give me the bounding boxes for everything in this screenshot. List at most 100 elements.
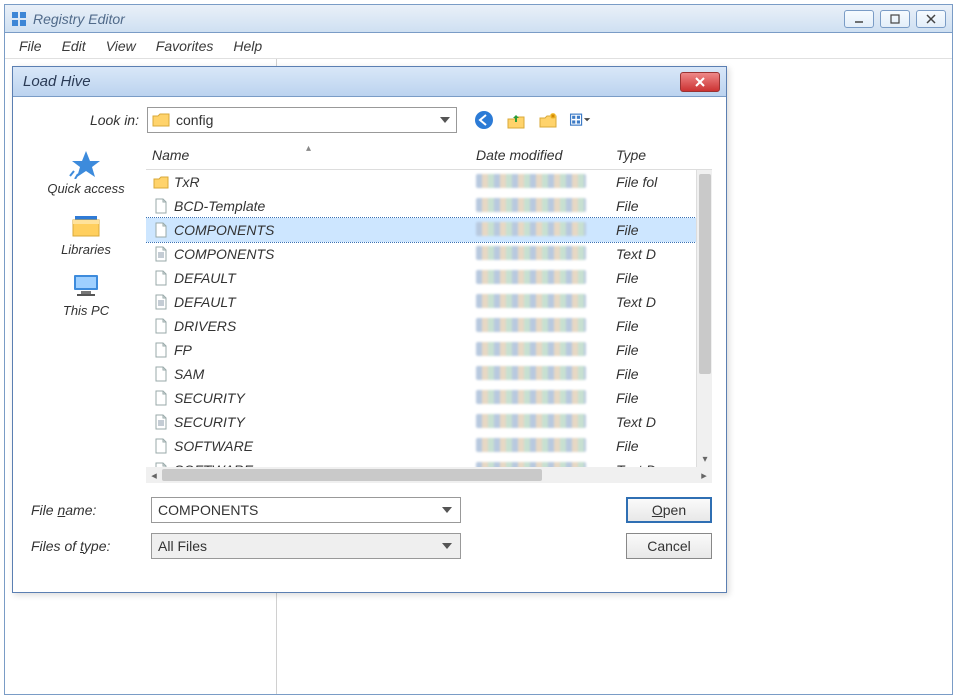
look-in-label: Look in: [27,112,139,128]
file-name: COMPONENTS [174,222,476,238]
file-name-combo[interactable]: COMPONENTS [151,497,461,523]
file-name: SAM [174,366,476,382]
new-folder-icon[interactable] [537,109,559,131]
file-row[interactable]: DRIVERSFile [146,314,712,338]
view-menu-icon[interactable] [569,109,591,131]
file-date [476,294,616,310]
file-name: TxR [174,174,476,190]
file-name: SOFTWARE [174,462,476,467]
file-icon [152,221,170,239]
menu-help[interactable]: Help [223,38,272,54]
menu-file[interactable]: File [9,38,52,54]
file-row[interactable]: COMPONENTSFile [146,218,712,242]
column-type[interactable]: Type [616,147,712,163]
file-row[interactable]: SOFTWAREText D [146,458,712,467]
text-icon [152,245,170,263]
file-name: BCD-Template [174,198,476,214]
file-name: SECURITY [174,390,476,406]
place-libraries[interactable]: Libraries [27,210,145,257]
maximize-button[interactable] [880,10,910,28]
place-this-pc-label: This PC [63,303,109,318]
file-row[interactable]: DEFAULTFile [146,266,712,290]
scroll-thumb[interactable] [699,174,711,374]
places-bar: Quick access Libraries This PC [27,143,145,483]
file-icon [152,269,170,287]
load-hive-dialog: Load Hive Look in: config [12,66,727,593]
file-date [476,462,616,467]
place-libraries-label: Libraries [61,242,111,257]
file-date [476,270,616,286]
cancel-button[interactable]: Cancel [626,533,712,559]
chevron-down-icon [438,113,452,127]
file-icon [152,341,170,359]
file-date [476,438,616,454]
scroll-right-icon[interactable]: ▸ [696,469,712,482]
scroll-left-icon[interactable]: ◂ [146,469,162,482]
file-list[interactable]: TxRFile folBCD-TemplateFileCOMPONENTSFil… [146,170,712,467]
file-icon [152,197,170,215]
look-in-combo[interactable]: config [147,107,457,133]
file-date [476,318,616,334]
file-row[interactable]: COMPONENTSText D [146,242,712,266]
file-date [476,342,616,358]
file-date [476,366,616,382]
text-icon [152,413,170,431]
file-row[interactable]: SAMFile [146,362,712,386]
file-icon [152,389,170,407]
folder-icon [152,173,170,191]
scroll-down-icon[interactable]: ▾ [697,451,712,467]
column-date[interactable]: Date modified [476,147,616,163]
app-icon [11,11,27,27]
file-name-label: File name: [27,502,137,518]
menu-view[interactable]: View [96,38,146,54]
horizontal-scrollbar[interactable]: ◂ ▸ [146,467,712,483]
file-date [476,222,616,238]
file-row[interactable]: SECURITYFile [146,386,712,410]
titlebar[interactable]: Registry Editor [5,5,952,33]
dialog-close-button[interactable] [680,72,720,92]
file-date [476,198,616,214]
file-row[interactable]: TxRFile fol [146,170,712,194]
file-row[interactable]: FPFile [146,338,712,362]
file-name: SOFTWARE [174,438,476,454]
open-button[interactable]: Open [626,497,712,523]
file-name: SECURITY [174,414,476,430]
file-icon [152,437,170,455]
file-row[interactable]: BCD-TemplateFile [146,194,712,218]
file-icon [152,365,170,383]
file-icon [152,317,170,335]
file-date [476,174,616,190]
window-title: Registry Editor [33,11,844,27]
file-type-value: All Files [158,538,440,554]
file-name: DRIVERS [174,318,476,334]
file-date [476,390,616,406]
text-icon [152,461,170,467]
menu-favorites[interactable]: Favorites [146,38,224,54]
file-date [476,246,616,262]
hscroll-thumb[interactable] [162,469,542,481]
back-icon[interactable] [473,109,495,131]
file-row[interactable]: SOFTWAREFile [146,434,712,458]
minimize-button[interactable] [844,10,874,28]
file-row[interactable]: DEFAULTText D [146,290,712,314]
chevron-down-icon [440,539,454,553]
dialog-titlebar[interactable]: Load Hive [13,67,726,97]
text-icon [152,293,170,311]
file-name-value: COMPONENTS [158,502,440,518]
file-name: DEFAULT [174,294,476,310]
place-quick-access[interactable]: Quick access [27,149,145,196]
file-name: FP [174,342,476,358]
vertical-scrollbar[interactable]: ▴ ▾ [696,170,712,467]
file-date [476,414,616,430]
folder-icon [152,113,170,127]
file-list-header[interactable]: ▴ Name Date modified Type [146,143,712,170]
file-name: COMPONENTS [174,246,476,262]
place-this-pc[interactable]: This PC [27,271,145,318]
place-quick-access-label: Quick access [47,181,124,196]
file-type-combo[interactable]: All Files [151,533,461,559]
close-button[interactable] [916,10,946,28]
up-one-level-icon[interactable] [505,109,527,131]
file-type-label: Files of type: [27,538,137,554]
file-row[interactable]: SECURITYText D [146,410,712,434]
menu-edit[interactable]: Edit [52,38,96,54]
